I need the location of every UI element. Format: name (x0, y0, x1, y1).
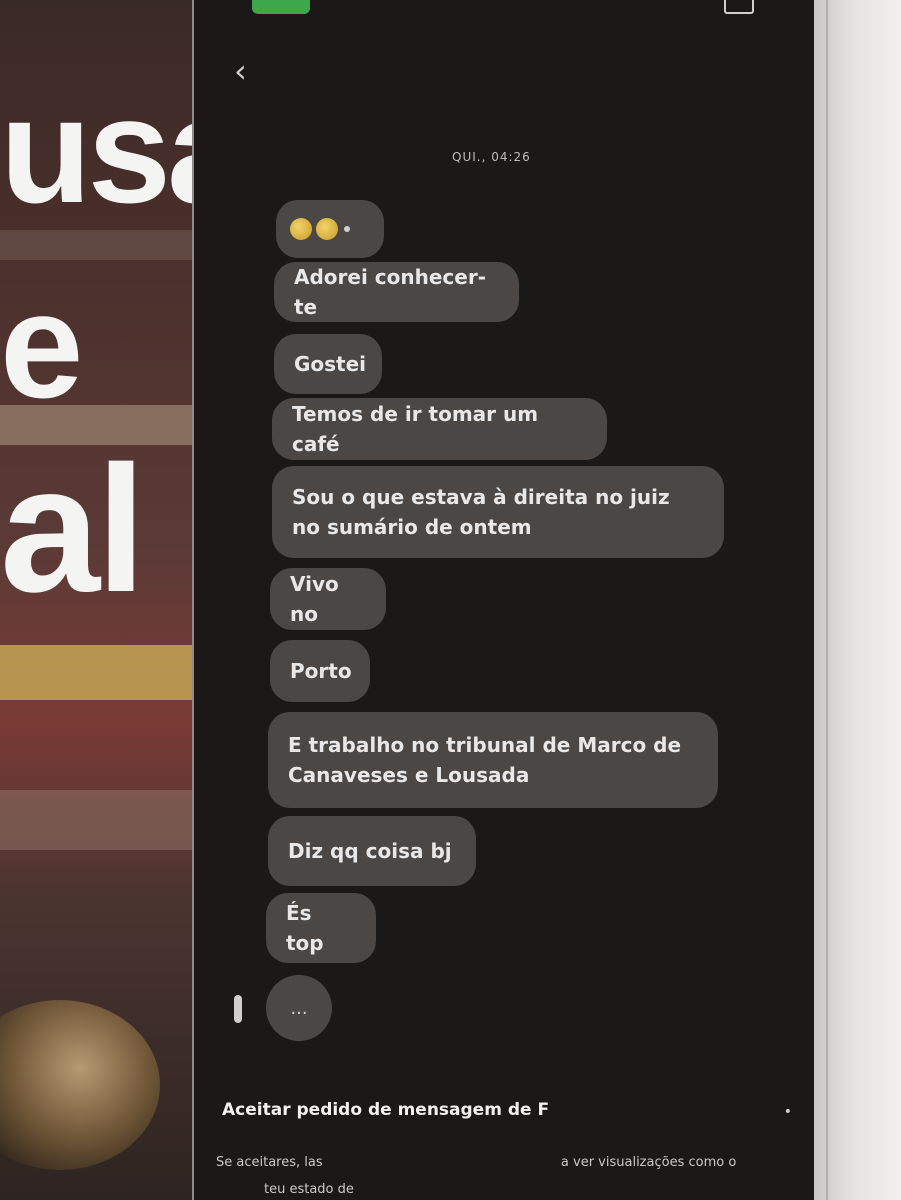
newspaper-headline: e (0, 261, 83, 429)
accept-request-info: Se aceitares, las a ver visualizações co… (216, 1155, 796, 1170)
emoji-icon (290, 218, 312, 240)
chat-message[interactable]: Sou o que estava à direita no juiz no su… (272, 466, 724, 558)
accept-request-title: Aceitar pedido de mensagem de F (222, 1100, 550, 1120)
status-indicator (252, 0, 310, 14)
chat-message[interactable]: E trabalho no tribunal de Marco de Canav… (268, 712, 718, 808)
sender-avatar (234, 995, 242, 1023)
message-timestamp: QUI., 04:26 (452, 150, 531, 164)
info-icon[interactable]: • (784, 1104, 792, 1120)
accept-info-end: a ver visualizações como o (560, 1155, 737, 1170)
newspaper-band (0, 230, 205, 260)
chat-message-text: Sou o que estava à direita no juiz no su… (292, 485, 670, 539)
chat-message[interactable]: Gostei (274, 334, 382, 394)
emoji-message[interactable] (276, 200, 384, 258)
emoji-icon (316, 218, 338, 240)
newspaper-headline: al (0, 429, 146, 630)
chat-message-text: E trabalho no tribunal de Marco de Canav… (288, 733, 682, 787)
newspaper-photo: usa e al (0, 0, 205, 1200)
chat-message[interactable]: Temos de ir tomar um café (272, 398, 607, 460)
chat-message[interactable]: Vivo no (270, 568, 386, 630)
accept-info-start: Se aceitares, las (216, 1155, 323, 1170)
typing-indicator: ... (266, 975, 332, 1041)
page-fold-line (826, 0, 828, 1200)
accept-request-info-2: teu estado de (264, 1182, 354, 1197)
newspaper-headline: usa (0, 66, 205, 234)
chat-message[interactable]: Porto (270, 640, 370, 702)
newspaper-band (0, 645, 205, 700)
chat-screen: ‹ QUI., 04:26 Adorei conhecer-te Gostei … (192, 0, 814, 1200)
ornament-image (0, 1000, 160, 1170)
chat-message[interactable]: Diz qq coisa bj (268, 816, 476, 886)
chat-message[interactable]: Adorei conhecer-te (274, 262, 519, 322)
back-arrow-icon[interactable]: ‹ (234, 55, 264, 87)
chat-message[interactable]: És top (266, 893, 376, 963)
newspaper-band (0, 790, 205, 850)
sparkle-icon (344, 226, 350, 232)
battery-icon (724, 0, 754, 14)
